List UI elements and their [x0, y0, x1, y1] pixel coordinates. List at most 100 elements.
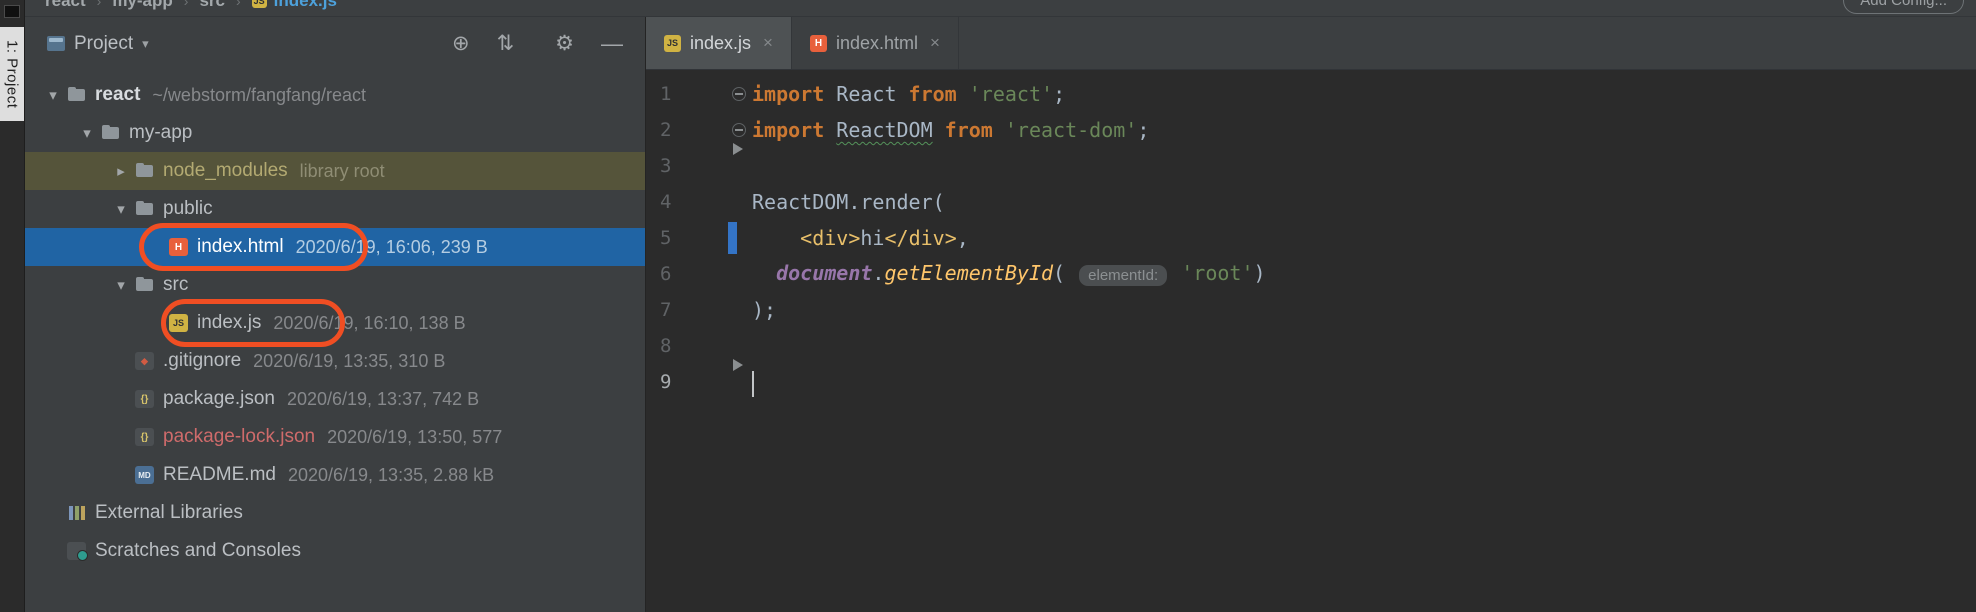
project-view-label: Project — [74, 32, 134, 54]
code-line-6[interactable]: 6 document.getElementById( elementId: 'r… — [646, 256, 1976, 292]
file-name: Scratches and Consoles — [95, 540, 301, 561]
breadcrumb-label: src — [199, 0, 225, 10]
breadcrumb: react › my-app › src › JS index.js — [45, 0, 337, 11]
tree-row-scratches-and-consoles[interactable]: Scratches and Consoles — [25, 532, 645, 570]
folder-icon — [135, 276, 154, 294]
locate-icon[interactable]: ⊕ — [452, 33, 470, 54]
panel-toolbar: ⊕ ⇅ ⚙ — — [452, 32, 623, 55]
file-meta: 2020/6/19, 13:35, 2.88 kB — [287, 464, 495, 485]
js-file-icon: JS — [169, 314, 188, 332]
file-name: package.json — [163, 388, 275, 409]
code-line-5[interactable]: 5 <div>hi</div>, — [646, 220, 1976, 256]
code-token: ReactDOM — [836, 118, 933, 142]
file-name: External Libraries — [95, 502, 243, 523]
chevron-down-icon[interactable]: ▾ — [39, 86, 67, 104]
file-name: index.js — [197, 312, 262, 333]
code-line-8[interactable]: 8 — [646, 328, 1976, 371]
file-name: public — [163, 198, 213, 219]
collapse-all-icon[interactable]: ⇅ — [497, 33, 515, 54]
code-line-4[interactable]: 4 ReactDOM.render( — [646, 184, 1976, 220]
fold-icon[interactable] — [732, 123, 746, 137]
tab-index-js[interactable]: JS index.js × — [646, 17, 792, 69]
breadcrumb-label: my-app — [112, 0, 173, 10]
code-token: document — [776, 260, 873, 285]
code-lines[interactable]: 1 import React from 'react'; 2 import React… — [646, 70, 1976, 612]
line-number: 9 — [660, 371, 672, 393]
tree-row-index-js[interactable]: JS index.js 2020/6/19, 16:10, 138 B — [25, 304, 645, 342]
code-line-2[interactable]: 2 import ReactDOM from 'react-dom'; — [646, 112, 1976, 155]
html-file-icon: H — [809, 34, 827, 52]
file-name: src — [163, 274, 189, 295]
html-file-icon: H — [169, 238, 188, 256]
breadcrumb-item-index-js[interactable]: JS index.js — [251, 0, 337, 11]
scratches-icon — [67, 542, 88, 561]
code-token: 'root' — [1181, 260, 1254, 285]
code-text: import ReactDOM from 'react-dom'; — [752, 112, 1149, 148]
chevron-right-icon[interactable]: ▸ — [107, 162, 135, 180]
tree-row-react[interactable]: ▾ react ~/webstorm/fangfang/react — [25, 76, 645, 114]
fold-icon[interactable] — [732, 87, 746, 101]
code-token: ; — [1053, 82, 1066, 106]
code-token: . — [872, 260, 885, 285]
breadcrumb-separator: › — [183, 0, 189, 9]
code-token: , — [956, 226, 969, 250]
tree-row-public[interactable]: ▾ public — [25, 190, 645, 228]
project-view-dropdown[interactable]: Project ▾ — [47, 33, 149, 55]
close-icon[interactable]: × — [763, 33, 773, 53]
code-text: <div>hi</div>, — [752, 220, 969, 256]
code-text: import React from 'react'; — [752, 76, 1065, 112]
breadcrumb-item-my-app[interactable]: my-app — [112, 0, 172, 11]
line-number: 8 — [660, 335, 672, 357]
code-token: ; — [1137, 118, 1150, 142]
text-caret — [752, 370, 754, 397]
tool-window-icon[interactable] — [4, 5, 20, 18]
code-token: </div> — [884, 226, 957, 250]
code-line-1[interactable]: 1 import React from 'react'; — [646, 76, 1976, 112]
add-config-button[interactable]: Add Config... — [1843, 0, 1964, 14]
file-meta: 2020/6/19, 16:10, 138 B — [273, 312, 466, 333]
line-number: 6 — [660, 263, 672, 285]
tab-index-html[interactable]: Hindex.html × — [792, 17, 959, 69]
tree-row-package-json[interactable]: {} package.json 2020/6/19, 13:37, 742 B — [25, 380, 645, 418]
fold-arrow-icon[interactable] — [733, 359, 743, 371]
js-file-icon: JS — [664, 34, 681, 52]
code-token: import — [752, 118, 825, 142]
tree-row-node-modules[interactable]: ▸ node_modules library root — [25, 152, 645, 190]
settings-icon[interactable]: ⚙ — [555, 33, 574, 54]
tree-row-external-libraries[interactable]: External Libraries — [25, 494, 645, 532]
breadcrumb-item-react[interactable]: react — [45, 0, 86, 11]
folder-icon — [67, 86, 86, 104]
code-text: ReactDOM.render( — [752, 184, 945, 220]
tab-label: index.html — [835, 32, 919, 53]
fold-arrow-icon[interactable] — [733, 143, 743, 155]
tree-row-index-html[interactable]: Hindex.html 2020/6/19, 16:06, 239 B — [25, 228, 645, 266]
code-line-9[interactable]: 9 — [646, 364, 1976, 400]
tree-row-gitignore[interactable]: ◆ .gitignore 2020/6/19, 13:35, 310 B — [25, 342, 645, 380]
code-token: getElementById — [884, 260, 1054, 285]
project-tool-window-tab[interactable]: 1: Project — [0, 27, 24, 122]
hide-icon[interactable]: — — [601, 32, 623, 55]
close-icon[interactable]: × — [930, 33, 940, 53]
gutter: 7 — [646, 292, 752, 328]
code-line-7[interactable]: 7); — [646, 292, 1976, 328]
tree-row-src[interactable]: ▾ src — [25, 266, 645, 304]
code-token: from — [944, 118, 993, 142]
chevron-down-icon[interactable]: ▾ — [107, 200, 135, 218]
code-token: ReactDOM.render( — [752, 190, 945, 214]
chevron-down-icon[interactable]: ▾ — [73, 124, 101, 142]
tree-row-readme-md[interactable]: MD README.md 2020/6/19, 13:35, 2.88 kB — [25, 456, 645, 494]
tree-row-package-lock-json[interactable]: {} package-lock.json 2020/6/19, 13:50, 577 — [25, 418, 645, 456]
code-token: ); — [752, 298, 777, 322]
breadcrumb-item-src[interactable]: src — [199, 0, 225, 11]
gutter-highlight — [728, 222, 737, 254]
tree-row-my-app[interactable]: ▾ my-app — [25, 114, 645, 152]
gutter: 4 — [646, 184, 752, 220]
project-panel: Project ▾ ⊕ ⇅ ⚙ — ▾ react ~/webstorm/fangfang… — [25, 17, 646, 612]
chevron-down-icon[interactable]: ▾ — [107, 276, 135, 294]
line-number: 3 — [660, 155, 672, 177]
code-line-3[interactable]: 3 — [646, 148, 1976, 184]
